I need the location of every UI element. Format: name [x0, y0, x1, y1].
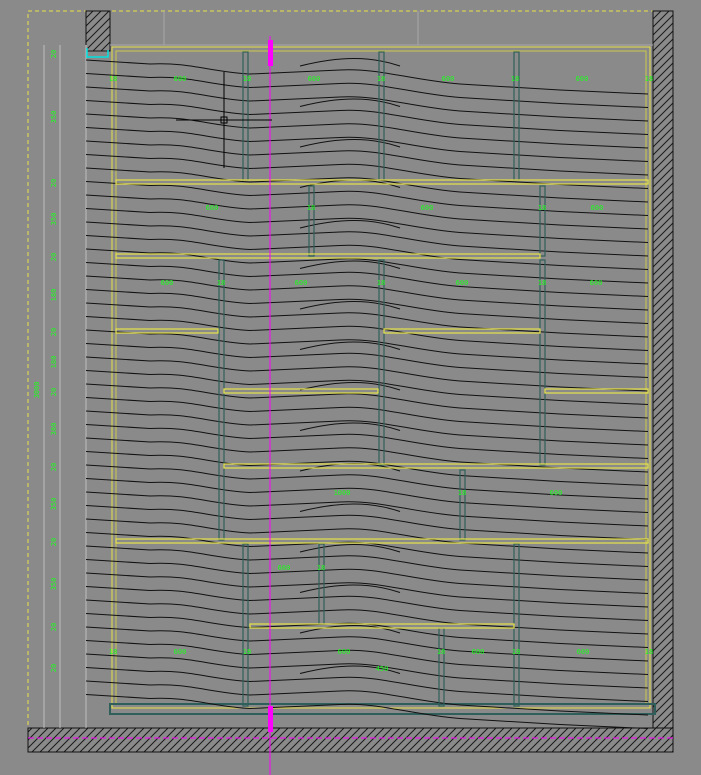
- left-dim-12: 350: [50, 498, 58, 511]
- left-dim-5: 20: [50, 253, 58, 261]
- row1-dim-1: 18: [109, 75, 117, 83]
- left-dim-9: 20: [50, 388, 58, 396]
- guide-marker-top: [268, 40, 273, 66]
- left-dim-14: 350: [50, 578, 58, 591]
- row2-dim-2: 18: [307, 204, 315, 212]
- row2-dim-4: 18: [538, 204, 546, 212]
- row5-dim-2: 18: [317, 564, 325, 572]
- row2-dim-5: 600: [591, 204, 604, 212]
- row6-dim-8: 600: [577, 648, 590, 656]
- left-dim-4: 350: [50, 213, 58, 226]
- left-dim-11: 20: [50, 463, 58, 471]
- row1-dim-5: 18: [377, 75, 385, 83]
- left-dim-15: 20: [50, 623, 58, 631]
- row4-dim-3: 600: [550, 489, 563, 497]
- row3-dim-1: 600: [161, 279, 174, 287]
- row3-dim-6: 18: [538, 279, 546, 287]
- row1-dim-8: 600: [576, 75, 589, 83]
- row1-dim-6: 600: [442, 75, 455, 83]
- left-dim-10: 380: [50, 423, 58, 436]
- row3-dim-2: 18: [217, 279, 225, 287]
- row1-dim-7: 18: [511, 75, 519, 83]
- cad-drawing-canvas[interactable]: 20 350 20 350 20 180 20 180 20 380 20 35…: [0, 0, 701, 775]
- left-dim-2: 350: [50, 111, 58, 124]
- left-dim-8: 180: [50, 356, 58, 369]
- left-dim-13: 20: [50, 538, 58, 546]
- left-dim-16: 20: [50, 664, 58, 672]
- guide-marker-bottom: [268, 706, 273, 732]
- row2-dim-1: 600: [206, 204, 219, 212]
- row1-dim-2: 600: [174, 75, 187, 83]
- left-dim-1: 20: [50, 50, 58, 58]
- row3-dim-5: 600: [456, 279, 469, 287]
- row4-dim-1: 1000: [334, 489, 351, 497]
- row6-dim-5: 18: [437, 648, 445, 656]
- row1-dim-9: 18: [645, 75, 653, 83]
- row1-dim-3: 18: [243, 75, 251, 83]
- row3-dim-3: 600: [295, 279, 308, 287]
- row5-dim-1: 600: [278, 564, 291, 572]
- left-dim-7: 20: [50, 328, 58, 336]
- left-dim-3: 20: [50, 179, 58, 187]
- wall-right: [652, 10, 674, 753]
- row6-sub-dim: 450: [376, 665, 389, 673]
- row6-dim-6: 600: [472, 648, 485, 656]
- row6-dim-9: 18: [645, 648, 653, 656]
- row6-dim-1: 18: [109, 648, 117, 656]
- row3-dim-7: 600: [590, 279, 603, 287]
- wall-floor: [27, 727, 674, 753]
- row6-dim-4: 600: [338, 648, 351, 656]
- row3-dim-4: 18: [377, 279, 385, 287]
- row1-dim-4: 600: [308, 75, 321, 83]
- row2-dim-3: 600: [421, 204, 434, 212]
- row6-dim-2: 600: [174, 648, 187, 656]
- left-dim-6: 180: [50, 289, 58, 302]
- wall-top-left: [85, 10, 111, 52]
- row6-dim-7: 18: [512, 648, 520, 656]
- row4-dim-2: 18: [458, 489, 466, 497]
- left-dim-total: 3000: [33, 382, 41, 399]
- row6-dim-3: 18: [243, 648, 251, 656]
